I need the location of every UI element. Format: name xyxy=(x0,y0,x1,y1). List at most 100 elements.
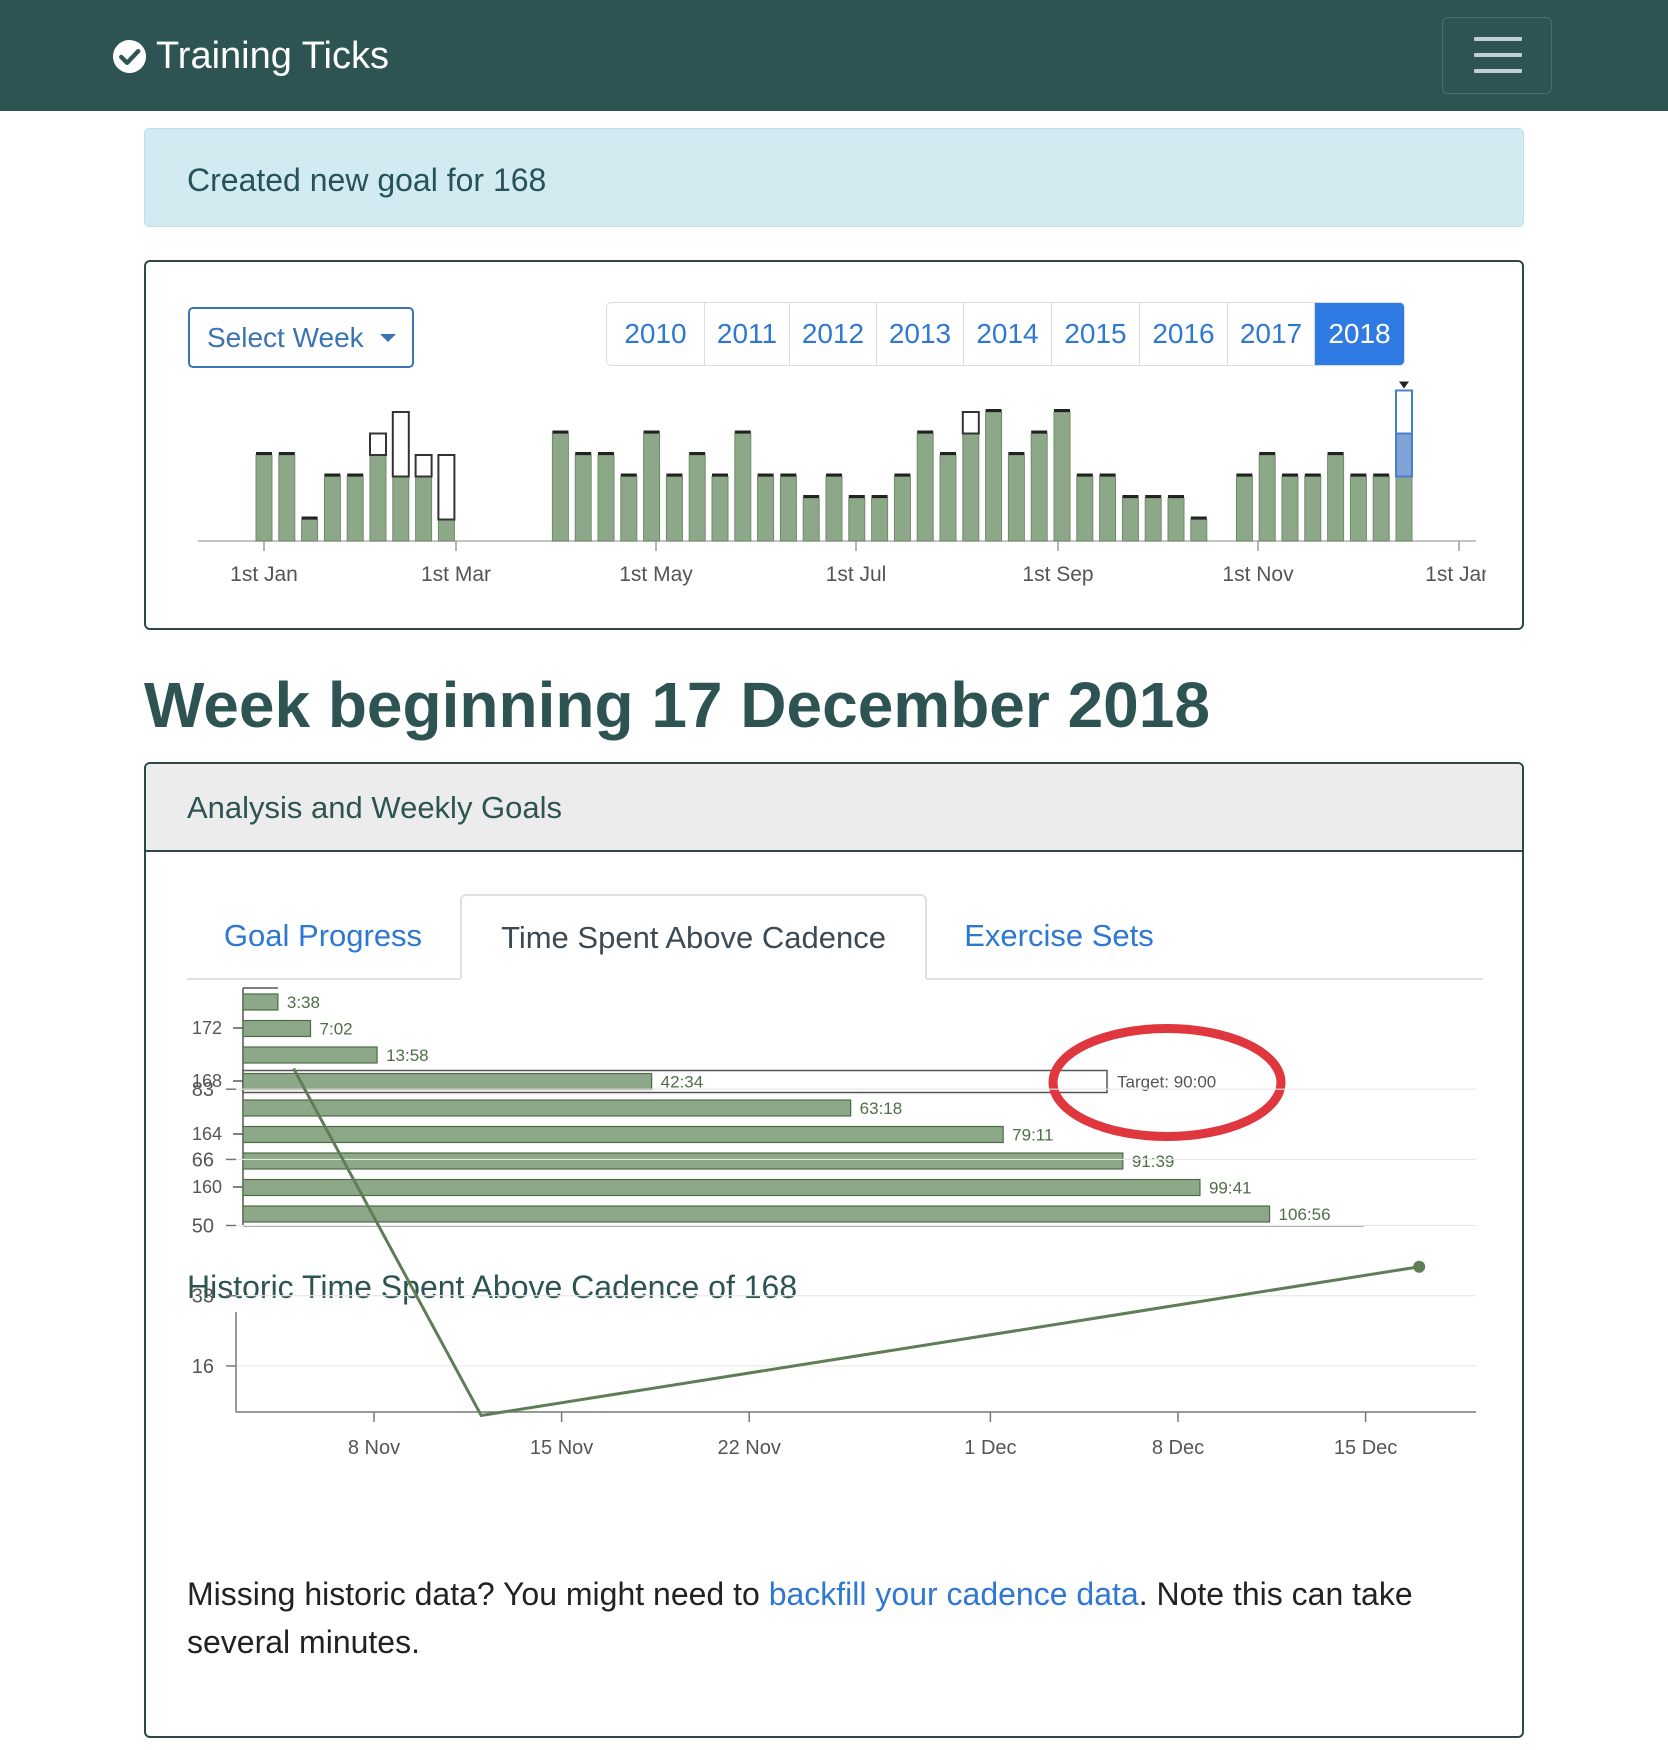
backfill-link[interactable]: backfill your cadence data xyxy=(769,1576,1139,1612)
goal-outline-bar xyxy=(961,411,980,435)
week-bar-cap xyxy=(1282,473,1298,477)
historic-series-line xyxy=(292,1067,1420,1418)
week-bar xyxy=(643,433,661,542)
x-tick-label: 1st Jan xyxy=(230,563,298,586)
week-bar xyxy=(1304,476,1322,542)
week-bar xyxy=(1053,411,1071,542)
week-bar-cap xyxy=(780,473,797,477)
page-title: Week beginning 17 December 2018 xyxy=(144,669,1210,741)
week-bar xyxy=(255,454,273,542)
week-bar xyxy=(1327,454,1345,542)
week-bar xyxy=(939,454,957,542)
week-selector-card: Select Week 2010 2011 2012 2013 2014 2015 2016… xyxy=(144,260,1524,630)
week-bar xyxy=(415,476,433,542)
week-bar-cap xyxy=(301,516,318,520)
alert-text: Created new goal for 168 xyxy=(187,162,547,198)
x-tick-label: 22 Nov xyxy=(718,1437,781,1459)
week-bar xyxy=(1099,476,1117,542)
week-bar-cap xyxy=(734,430,751,434)
week-bar xyxy=(1372,476,1390,542)
x-tick-label: 1st May xyxy=(619,563,693,586)
x-tick-label: 1st Mar xyxy=(421,563,491,586)
week-bar xyxy=(711,476,729,542)
week-bar xyxy=(1349,476,1367,542)
check-circle-icon xyxy=(112,39,147,73)
week-bar xyxy=(1030,433,1048,542)
week-bar-cap xyxy=(689,452,706,455)
y-tick-label: 33 xyxy=(192,1286,214,1308)
x-tick-label: 1st Jul xyxy=(826,563,887,586)
week-bar-cap xyxy=(917,430,934,434)
week-bar-cap xyxy=(871,495,888,498)
week-bar-cap xyxy=(1236,473,1253,477)
week-bar xyxy=(962,433,980,542)
week-bar xyxy=(985,411,1003,542)
week-bar-cap xyxy=(1190,516,1207,520)
x-tick-label: 1st Nov xyxy=(1222,563,1294,586)
brand-link[interactable]: Training Ticks xyxy=(112,30,389,82)
y-tick-label: 50 xyxy=(192,1216,214,1238)
note-text-before: Missing historic data? You might need to xyxy=(187,1576,769,1612)
week-bar-cap xyxy=(1304,473,1321,477)
y-tick-label: 83 xyxy=(192,1079,214,1101)
y-tick-label: 16 xyxy=(192,1356,214,1378)
backfill-note: Missing historic data? You might need to… xyxy=(187,1570,1487,1666)
week-bar-cap xyxy=(278,452,295,455)
week-bar-cap xyxy=(826,473,842,477)
week-bar xyxy=(574,454,592,542)
week-bar xyxy=(278,454,296,542)
week-bar-cap xyxy=(1373,473,1390,477)
week-bar xyxy=(734,433,752,542)
weekly-activity-chart[interactable]: 1st Jan 1st Mar 1st May 1st Jul 1st Sep 1st N… xyxy=(146,262,1522,628)
week-bar-cap xyxy=(757,473,774,477)
week-bar xyxy=(1258,454,1276,542)
week-bar xyxy=(825,476,843,542)
x-tick-label: 1st Jan xyxy=(1425,563,1493,586)
week-bar-cap xyxy=(347,473,364,477)
week-bar xyxy=(551,433,569,542)
week-bar-cap xyxy=(1054,409,1070,412)
week-bar xyxy=(1076,476,1094,542)
x-tick-label: 15 Dec xyxy=(1334,1437,1397,1459)
week-bar xyxy=(893,476,911,542)
week-bar xyxy=(437,519,455,542)
week-bar xyxy=(323,476,341,542)
top-navbar: Training Ticks xyxy=(0,0,1668,111)
week-bar xyxy=(597,454,615,542)
goal-outline-bar xyxy=(391,411,410,478)
week-bar-cap xyxy=(940,452,956,455)
week-bar xyxy=(392,476,410,542)
week-bar-cap xyxy=(575,452,592,455)
week-bar-cap xyxy=(324,473,341,477)
week-bar xyxy=(848,497,866,542)
x-tick-label: 8 Dec xyxy=(1152,1437,1204,1459)
selected-week-highlight xyxy=(1395,432,1413,478)
week-bar-cap xyxy=(1350,473,1367,477)
week-bar-cap xyxy=(620,473,637,477)
brand-name: Training Ticks xyxy=(156,34,389,77)
week-bar xyxy=(1144,497,1162,542)
week-bar xyxy=(369,454,387,542)
y-tick-label: 66 xyxy=(192,1149,214,1171)
week-bar-cap xyxy=(848,495,865,498)
week-bar-cap xyxy=(894,473,911,477)
week-bar-cap xyxy=(1099,473,1116,477)
hamburger-menu-icon xyxy=(1474,37,1522,41)
week-bar xyxy=(301,519,319,542)
latest-point xyxy=(1413,1260,1426,1273)
x-tick-label: 1st Sep xyxy=(1022,563,1093,586)
week-bar xyxy=(757,476,775,542)
week-bar xyxy=(871,497,889,542)
week-bar xyxy=(620,476,638,542)
success-alert: Created new goal for 168 xyxy=(144,128,1524,227)
week-bar xyxy=(1190,519,1208,542)
menu-toggle-button[interactable] xyxy=(1442,17,1552,94)
week-bar-cap xyxy=(666,473,683,477)
goal-outline-bar xyxy=(414,454,433,478)
selected-goal-outline xyxy=(1395,389,1413,435)
week-bar xyxy=(1235,476,1253,542)
historic-line-chart: 83 66 50 33 16 8 Nov 15 Nov 22 Nov 1 Dec 8 Dec 15 … xyxy=(192,1067,1476,1459)
week-bar-cap xyxy=(985,409,1002,412)
week-bar xyxy=(688,454,706,542)
week-bar-cap xyxy=(1122,495,1139,498)
